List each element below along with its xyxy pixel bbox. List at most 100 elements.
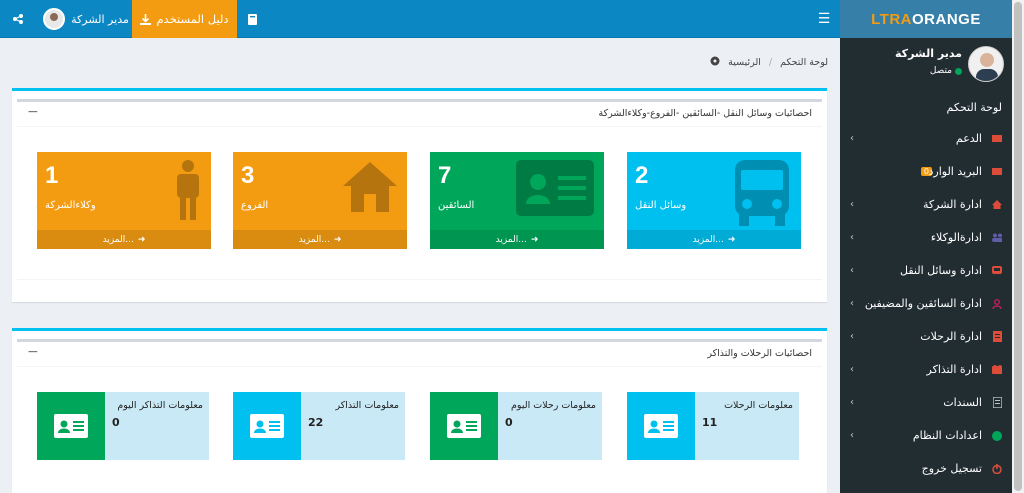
sidebar-item-tickets[interactable]: ‹ ادارة التذاكر bbox=[840, 353, 1012, 386]
sidebar-item-support[interactable]: ‹ الدعم bbox=[840, 122, 1012, 155]
envelope-icon bbox=[992, 167, 1002, 177]
more-link[interactable]: المزيد... ➜ bbox=[627, 230, 801, 249]
sidebar-item-agents[interactable]: ‹ ادارةالوكلاء bbox=[840, 221, 1012, 254]
stats-box-vehicles: احصائيات وسائل النقل -السائقين -الفروع-و… bbox=[12, 88, 827, 302]
share-button[interactable] bbox=[0, 0, 36, 38]
sidebar-item-vouchers[interactable]: ‹ السندات bbox=[840, 386, 1012, 419]
sidebar-item-label: ادارة التذاكر bbox=[926, 363, 982, 376]
sidebar-item-inbox[interactable]: 0 البريد الوارد bbox=[840, 155, 1012, 188]
sidebar-toggle-button[interactable]: ☰ bbox=[812, 0, 836, 38]
info-card-today-trips[interactable]: معلومات رحلات اليوم 0 bbox=[430, 392, 602, 460]
sidebar-item-settings[interactable]: ‹ اعدادات النظام bbox=[840, 419, 1012, 452]
sidebar-item-label: ادارة السائقين والمضيفين bbox=[864, 297, 982, 310]
id-card-icon bbox=[37, 392, 105, 460]
info-card-today-tickets[interactable]: معلومات التذاكر اليوم 0 bbox=[37, 392, 209, 460]
info-card-trips[interactable]: معلومات الرحلات 11 bbox=[627, 392, 799, 460]
document-icon bbox=[992, 397, 1002, 408]
arrow-circle-icon: ➜ bbox=[530, 234, 539, 245]
bus-icon bbox=[992, 265, 1002, 276]
id-card-icon bbox=[627, 392, 695, 460]
collapse-button[interactable]: − bbox=[27, 344, 39, 360]
sidebar-item-company[interactable]: ‹ ادارة الشركة bbox=[840, 188, 1012, 221]
stat-card-vehicles: 2 وسائل النقل المزيد... ➜ bbox=[627, 152, 801, 249]
book-button[interactable] bbox=[238, 0, 266, 38]
user-menu[interactable]: مدير الشركة bbox=[42, 0, 130, 38]
chevron-left-icon: ‹ bbox=[850, 232, 854, 243]
breadcrumb: الرئيسية / لوحة التحكم bbox=[710, 56, 828, 69]
sidebar-user-name: مدير الشركة bbox=[895, 47, 962, 60]
sidebar-item-label: ادارة الرحلات bbox=[920, 330, 982, 343]
stat-card-drivers: 7 السائقين المزيد... ➜ bbox=[430, 152, 604, 249]
chevron-left-icon: ‹ bbox=[850, 133, 854, 144]
stat-value: 3 bbox=[241, 162, 255, 189]
logo[interactable]: LTRA ORANGE bbox=[840, 0, 1012, 38]
top-navbar: مدير الشركة دليل المستخدم ☰ bbox=[0, 0, 840, 38]
more-link[interactable]: المزيد... ➜ bbox=[37, 230, 211, 249]
logo-part-2: ORANGE bbox=[912, 10, 981, 28]
id-card-icon bbox=[430, 392, 498, 460]
scrollbar-thumb[interactable] bbox=[1014, 2, 1022, 491]
box-title: احصائيات وسائل النقل -السائقين -الفروع-و… bbox=[598, 108, 812, 119]
more-link[interactable]: المزيد... ➜ bbox=[233, 230, 407, 249]
circle-icon bbox=[992, 430, 1002, 441]
sidebar-item-label: ادارة الشركة bbox=[922, 198, 982, 211]
more-link[interactable]: المزيد... ➜ bbox=[430, 230, 604, 249]
stat-label: وكلاءالشركة bbox=[45, 200, 96, 211]
download-icon bbox=[140, 13, 152, 25]
stat-label: السائقين bbox=[438, 200, 475, 211]
stat-value: 2 bbox=[635, 162, 649, 189]
more-link-label: المزيد... bbox=[102, 234, 134, 245]
sidebar: LTRA ORANGE مدير الشركة متصل لوحة التحكم … bbox=[840, 0, 1012, 493]
box-title: احصائيات الرحلات والتذاكر bbox=[707, 348, 812, 359]
chevron-left-icon: ‹ bbox=[850, 364, 854, 375]
id-card-icon bbox=[516, 160, 594, 219]
box-header: احصائيات الرحلات والتذاكر − bbox=[17, 339, 822, 367]
sidebar-item-logout[interactable]: تسجيل خروج bbox=[840, 452, 1012, 485]
collapse-button[interactable]: − bbox=[27, 104, 39, 120]
stat-value: 1 bbox=[45, 162, 59, 189]
sidebar-item-label: اعدادات النظام bbox=[912, 429, 982, 442]
status-text: متصل bbox=[929, 66, 952, 76]
breadcrumb-home[interactable]: الرئيسية bbox=[728, 57, 761, 68]
sidebar-item-drivers[interactable]: ‹ ادارة السائقين والمضيفين bbox=[840, 287, 1012, 320]
ticket-icon bbox=[992, 365, 1002, 375]
breadcrumb-separator: / bbox=[768, 57, 773, 68]
arrow-circle-icon: ➜ bbox=[137, 234, 146, 245]
envelope-icon bbox=[992, 134, 1002, 144]
sidebar-item-vehicles[interactable]: ‹ ادارة وسائل النقل bbox=[840, 254, 1012, 287]
bus-icon bbox=[733, 160, 791, 229]
avatar bbox=[43, 8, 66, 30]
breadcrumb-current: لوحة التحكم bbox=[780, 57, 828, 68]
info-label: معلومات رحلات اليوم bbox=[511, 400, 596, 411]
stat-card-agents: 1 وكلاءالشركة المزيد... ➜ bbox=[37, 152, 211, 249]
user-guide-label: دليل المستخدم bbox=[156, 12, 229, 26]
sidebar-item-label: الدعم bbox=[955, 132, 982, 145]
sidebar-item-label: تسجيل خروج bbox=[921, 462, 982, 475]
sidebar-menu: لوحة التحكم ‹ الدعم 0 البريد الوارد ‹ ادارة… bbox=[840, 92, 1012, 485]
logo-part-1: LTRA bbox=[871, 10, 913, 28]
info-value: 0 bbox=[112, 416, 120, 429]
sidebar-item-trips[interactable]: ‹ ادارة الرحلات bbox=[840, 320, 1012, 353]
info-card-tickets[interactable]: معلومات التذاكر 22 bbox=[233, 392, 405, 460]
info-label: معلومات التذاكر اليوم bbox=[117, 400, 203, 411]
info-label: معلومات التذاكر bbox=[335, 400, 399, 411]
info-value: 22 bbox=[308, 416, 324, 429]
user-guide-button[interactable]: دليل المستخدم bbox=[132, 0, 237, 38]
user-name: مدير الشركة bbox=[71, 12, 129, 26]
share-icon bbox=[13, 14, 23, 24]
stat-label: الفروع bbox=[241, 200, 269, 211]
sidebar-item-label: البريد الوارد bbox=[928, 165, 983, 178]
sidebar-item-label: لوحة التحكم bbox=[946, 100, 1002, 114]
chevron-left-icon: ‹ bbox=[850, 430, 854, 441]
page-scrollbar[interactable] bbox=[1012, 0, 1024, 493]
hamburger-icon: ☰ bbox=[817, 11, 831, 27]
arrow-circle-icon: ➜ bbox=[333, 234, 342, 245]
online-dot-icon bbox=[955, 67, 962, 75]
more-link-label: المزيد... bbox=[495, 234, 527, 245]
user-icon bbox=[992, 298, 1002, 309]
power-icon bbox=[992, 463, 1002, 474]
home-icon bbox=[343, 160, 397, 215]
info-label: معلومات الرحلات bbox=[724, 400, 793, 411]
user-panel: مدير الشركة متصل bbox=[840, 38, 1012, 92]
sidebar-item-dashboard[interactable]: لوحة التحكم bbox=[840, 92, 1012, 122]
